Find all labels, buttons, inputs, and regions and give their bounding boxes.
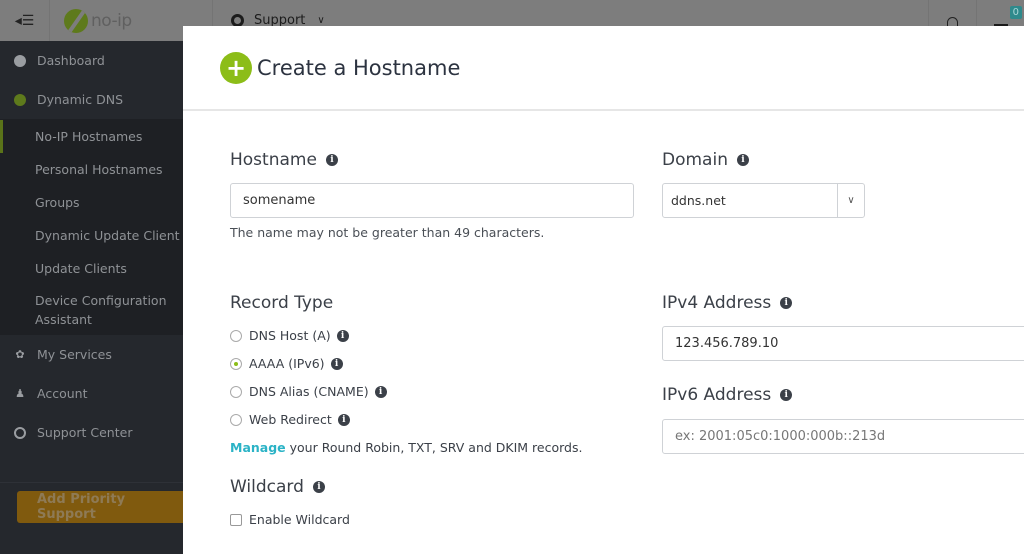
sidebar-item-label: Dashboard [37,53,105,68]
lifebuoy-icon [14,426,26,439]
info-icon[interactable]: i [336,329,349,342]
radio-button[interactable] [230,385,242,398]
radio-label: Web Redirect [249,412,332,427]
ipv4-input[interactable]: 123.456.789.10 [662,326,1024,361]
ipv6-label: IPv6 Address i [662,385,793,405]
wildcard-label-text: Wildcard [230,477,304,497]
radio-dns-host-a[interactable]: DNS Host (A) i [230,328,349,343]
user-icon: ♟ [15,387,25,400]
info-icon[interactable]: i [736,154,749,166]
sidebar-collapse-icon: ◂☰ [14,12,35,29]
hostname-help-text: The name may not be greater than 49 char… [230,225,545,240]
sidebar-item-label: Dynamic DNS [37,92,124,107]
modal-title: Create a Hostname [257,55,461,80]
info-icon[interactable]: i [325,154,338,166]
sidebar-subitem-noip-hostnames[interactable]: No-IP Hostnames [0,120,183,153]
wildcard-label: Wildcard i [230,477,325,497]
sidebar-item-my-services[interactable]: ✿ My Services [0,335,183,374]
ipv4-label-text: IPv4 Address [662,293,772,313]
sidebar-subitem-update-clients[interactable]: Update Clients [0,252,183,285]
sidebar-subitem-personal-hostnames[interactable]: Personal Hostnames [0,153,183,186]
modal-header: + Create a Hostname [183,26,1024,111]
radio-button[interactable] [230,329,242,342]
sidebar-item-label: Support Center [37,425,133,440]
sidebar-item-label: My Services [37,347,112,362]
info-icon[interactable]: i [780,389,793,401]
chevron-down-icon: ∨ [317,15,325,26]
sidebar-subitem-groups[interactable]: Groups [0,186,183,219]
radio-button[interactable] [230,413,242,426]
radio-label: DNS Alias (CNAME) [249,384,369,399]
info-icon[interactable]: i [330,357,343,370]
ipv6-label-text: IPv6 Address [662,385,772,405]
radio-label: AAAA (IPv6) [249,356,325,371]
sidebar-item-support-center[interactable]: Support Center [0,413,183,452]
dynamic-dns-submenu: No-IP Hostnames Personal Hostnames Group… [0,119,183,335]
sidebar-divider [0,482,183,483]
info-icon[interactable]: i [337,413,350,426]
noip-logo-icon [64,8,88,33]
plus-circle-icon: + [220,51,252,84]
domain-label-text: Domain [662,150,728,170]
domain-label: Domain i [662,150,749,170]
hostname-label: Hostname i [230,150,338,170]
sidebar-toggle-button[interactable]: ◂☰ [0,0,50,41]
manage-records-text: Manage your Round Robin, TXT, SRV and DK… [230,440,582,455]
radio-dns-alias-cname[interactable]: DNS Alias (CNAME) i [230,384,387,399]
add-priority-support-button[interactable]: Add Priority Support [17,491,187,523]
sidebar-item-account[interactable]: ♟ Account [0,374,183,413]
hostname-input[interactable]: somename [230,183,634,218]
manage-link[interactable]: Manage [230,440,286,455]
sidebar-subitem-dynamic-update-client[interactable]: Dynamic Update Client [0,219,183,252]
globe-icon [14,93,26,106]
radio-web-redirect[interactable]: Web Redirect i [230,412,350,427]
domain-selected-value: ddns.net [671,193,726,208]
enable-wildcard-checkbox-row[interactable]: Enable Wildcard [230,512,350,527]
sidebar: Dashboard Dynamic DNS No-IP Hostnames Pe… [0,41,187,554]
info-icon[interactable]: i [780,297,793,309]
info-icon[interactable]: i [312,481,325,493]
gear-icon: ✿ [15,348,25,361]
radio-aaaa-ipv6[interactable]: AAAA (IPv6) i [230,356,343,371]
checkbox-label: Enable Wildcard [249,512,350,527]
enable-wildcard-checkbox[interactable] [230,513,242,526]
radio-label: DNS Host (A) [249,328,331,343]
cart-count-badge: 0 [1009,6,1022,19]
record-type-label-text: Record Type [230,293,334,313]
sidebar-item-dashboard[interactable]: Dashboard [0,41,183,80]
logo-text: no-ip [91,10,132,31]
manage-description: your Round Robin, TXT, SRV and DKIM reco… [285,440,583,455]
ipv4-label: IPv4 Address i [662,293,793,313]
dashboard-icon [14,54,26,67]
info-icon[interactable]: i [374,385,387,398]
radio-button[interactable] [230,357,242,370]
sidebar-item-dynamic-dns[interactable]: Dynamic DNS [0,80,183,119]
hostname-label-text: Hostname [230,150,317,170]
record-type-label: Record Type [230,293,333,313]
domain-select[interactable]: ddns.net ∨ [662,183,865,218]
sidebar-item-label: Account [37,386,88,401]
chevron-down-icon: ∨ [837,184,864,217]
sidebar-subitem-device-config-assistant[interactable]: Device Configuration Assistant [0,285,170,335]
create-hostname-modal: + Create a Hostname Hostname i somename … [183,26,1024,554]
ipv6-input[interactable]: ex: 2001:05c0:1000:000b::213d [662,419,1024,454]
